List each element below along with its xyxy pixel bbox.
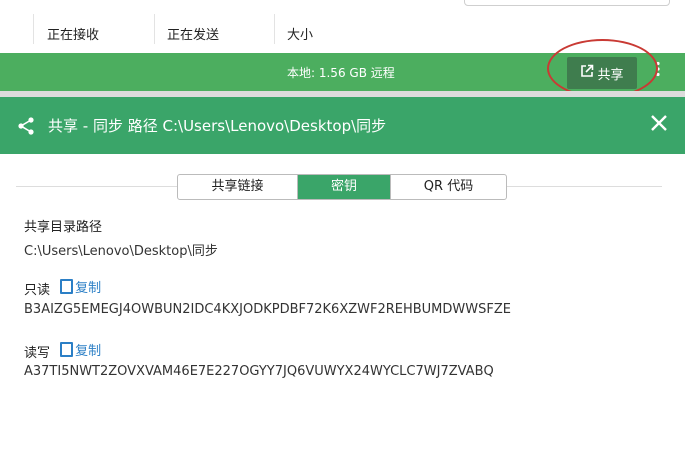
column-divider — [154, 14, 155, 44]
search-input[interactable] — [464, 0, 670, 6]
share-external-icon — [580, 64, 594, 82]
path-value: C:\Users\Lenovo\Desktop\同步 — [24, 244, 218, 259]
readwrite-key: A37TI5NWT2ZOVXVAM46E7E227OGYY7JQ6VUWYX24… — [24, 364, 494, 379]
close-icon[interactable] — [648, 114, 670, 136]
readonly-row: 只读 复制 — [24, 277, 101, 298]
readonly-copy-link[interactable]: 复制 — [60, 277, 101, 296]
share-button-label: 共享 — [597, 67, 624, 83]
readonly-copy-label: 复制 — [75, 281, 102, 296]
share-button[interactable]: 共享 — [567, 57, 637, 89]
column-receiving: 正在接收 — [47, 28, 100, 43]
readwrite-row: 读写 复制 — [24, 340, 101, 361]
readwrite-label: 读写 — [24, 346, 51, 361]
readwrite-copy-link[interactable]: 复制 — [60, 340, 101, 359]
share-nodes-icon — [16, 116, 36, 136]
storage-summary: 本地: 1.56 GB 远程 — [287, 66, 395, 80]
tab-keys[interactable]: 密钥 — [298, 175, 391, 199]
dialog-title: 共享 - 同步 路径 C:\Users\Lenovo\Desktop\同步 — [48, 117, 387, 135]
readonly-label: 只读 — [24, 283, 51, 298]
dialog-header: 共享 - 同步 路径 C:\Users\Lenovo\Desktop\同步 — [0, 97, 685, 154]
more-vertical-icon[interactable] — [650, 61, 666, 83]
tab-share-link[interactable]: 共享链接 — [178, 175, 298, 199]
column-sending: 正在发送 — [167, 28, 220, 43]
folder-status-bar: 本地: 1.56 GB 远程 共享 — [0, 53, 685, 91]
column-size: 大小 — [287, 28, 314, 43]
column-divider — [274, 14, 275, 44]
column-divider — [33, 14, 34, 44]
copy-icon — [60, 279, 74, 294]
share-tabs: 共享链接 密钥 QR 代码 — [177, 174, 507, 200]
path-label: 共享目录路径 — [24, 220, 103, 235]
tab-qr-code[interactable]: QR 代码 — [391, 175, 506, 199]
readwrite-copy-label: 复制 — [75, 344, 102, 359]
readonly-key: B3AIZG5EMEGJ4OWBUN2IDC4KXJODKPDBF72K6XZW… — [24, 302, 511, 317]
copy-icon — [60, 342, 74, 357]
transfer-header — [0, 0, 685, 53]
